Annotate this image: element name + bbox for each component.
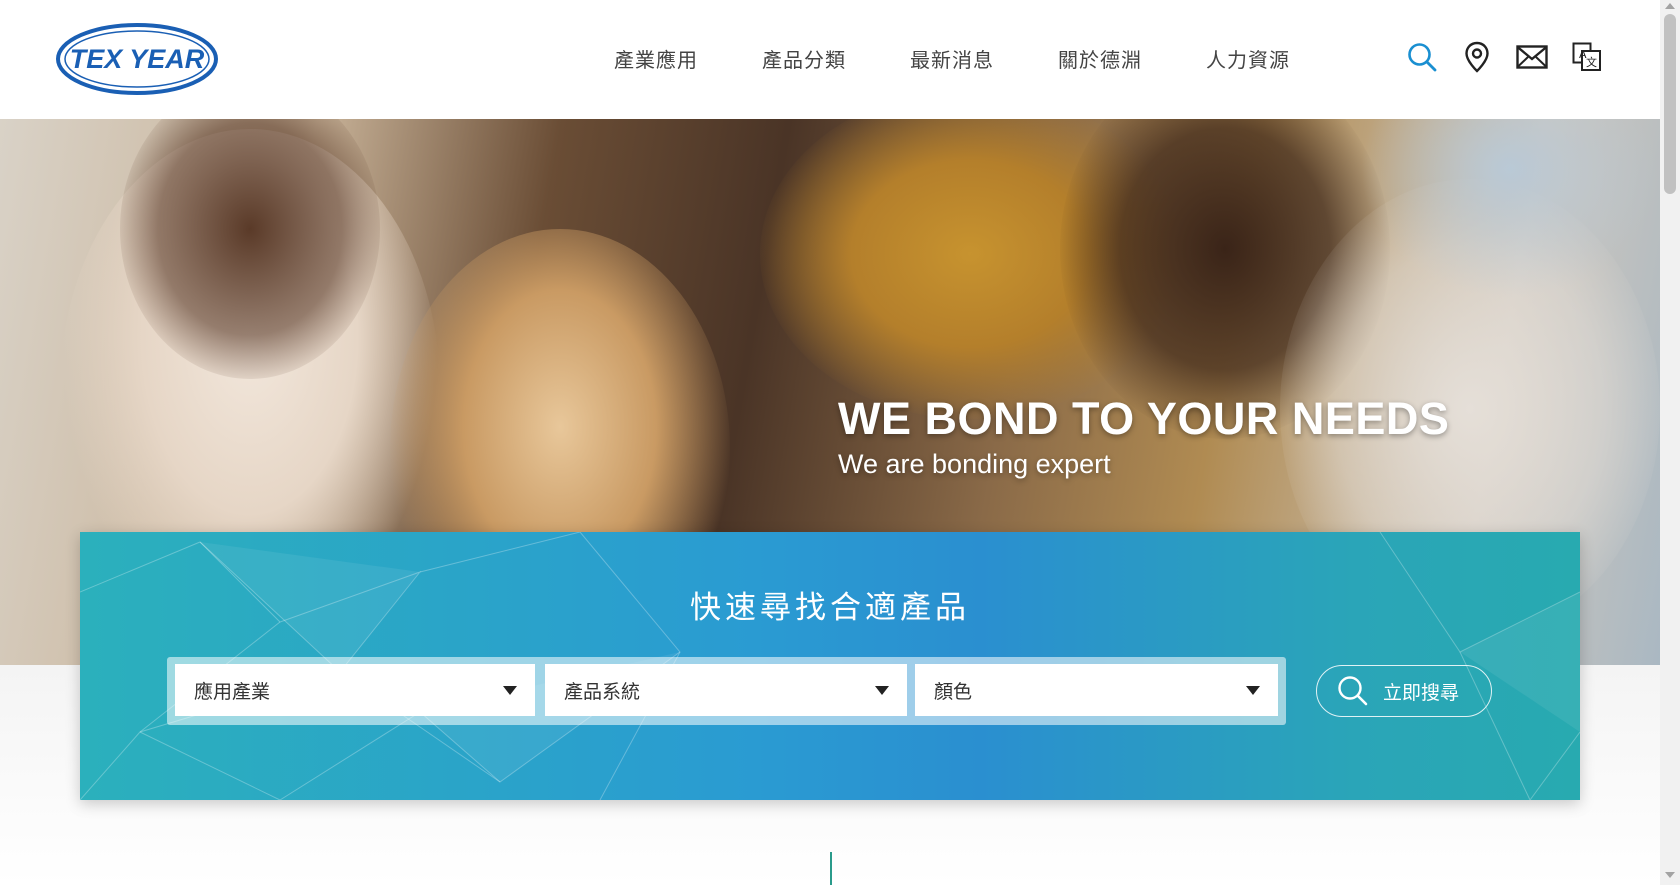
search-icon	[1338, 676, 1368, 706]
section-divider-line	[830, 852, 832, 885]
hero-title: WE BOND TO YOUR NEEDS	[838, 393, 1450, 444]
search-now-button[interactable]: 立即搜尋	[1316, 665, 1492, 717]
nav-item-products[interactable]: 產品分類	[762, 44, 846, 73]
mail-icon[interactable]	[1515, 40, 1549, 74]
hero-subtitle: We are bonding expert	[838, 449, 1111, 479]
scroll-thumb[interactable]	[1664, 14, 1676, 194]
logo-text: TEX YEAR	[70, 44, 205, 74]
search-now-label: 立即搜尋	[1383, 681, 1460, 704]
tex-year-logo[interactable]: TEX YEAR	[55, 22, 220, 97]
nav-item-about[interactable]: 關於德淵	[1058, 44, 1142, 73]
site-header: TEX YEAR 產業應用 產品分類 最新消息 關於德淵 人力資源 A文	[0, 0, 1660, 119]
header-icon-group: A文	[1405, 40, 1625, 74]
chevron-down-icon	[503, 686, 517, 695]
location-pin-icon[interactable]	[1460, 40, 1494, 74]
scroll-up-arrow-icon[interactable]	[1665, 3, 1675, 9]
search-icon[interactable]	[1405, 40, 1439, 74]
scroll-down-arrow-icon[interactable]	[1665, 872, 1675, 878]
page-scrollbar[interactable]	[1660, 0, 1680, 885]
industry-select-value: 應用產業	[194, 680, 271, 703]
nav-item-careers[interactable]: 人力資源	[1206, 44, 1290, 73]
main-nav: 產業應用 產品分類 最新消息 關於德淵 人力資源	[614, 44, 1354, 73]
quick-search-panel: 快速尋找合適產品 應用產業 產品系統 顏色 立即搜尋	[80, 532, 1580, 800]
product-system-select-value: 產品系統	[564, 680, 641, 703]
color-select-value: 顏色	[934, 680, 973, 703]
product-system-select[interactable]: 產品系統	[545, 664, 907, 716]
hero-text-block: WE BOND TO YOUR NEEDS We are bonding exp…	[838, 393, 1449, 480]
nav-item-industry[interactable]: 產業應用	[614, 44, 698, 73]
nav-item-news[interactable]: 最新消息	[910, 44, 994, 73]
chevron-down-icon	[875, 686, 889, 695]
svg-text:文: 文	[1586, 55, 1597, 69]
filter-bar: 應用產業 產品系統 顏色	[167, 657, 1286, 725]
quick-search-title: 快速尋找合適產品	[690, 590, 970, 626]
color-select[interactable]: 顏色	[915, 664, 1278, 716]
translate-icon[interactable]: A文	[1570, 40, 1604, 74]
chevron-down-icon	[1246, 686, 1260, 695]
industry-select[interactable]: 應用產業	[175, 664, 535, 716]
